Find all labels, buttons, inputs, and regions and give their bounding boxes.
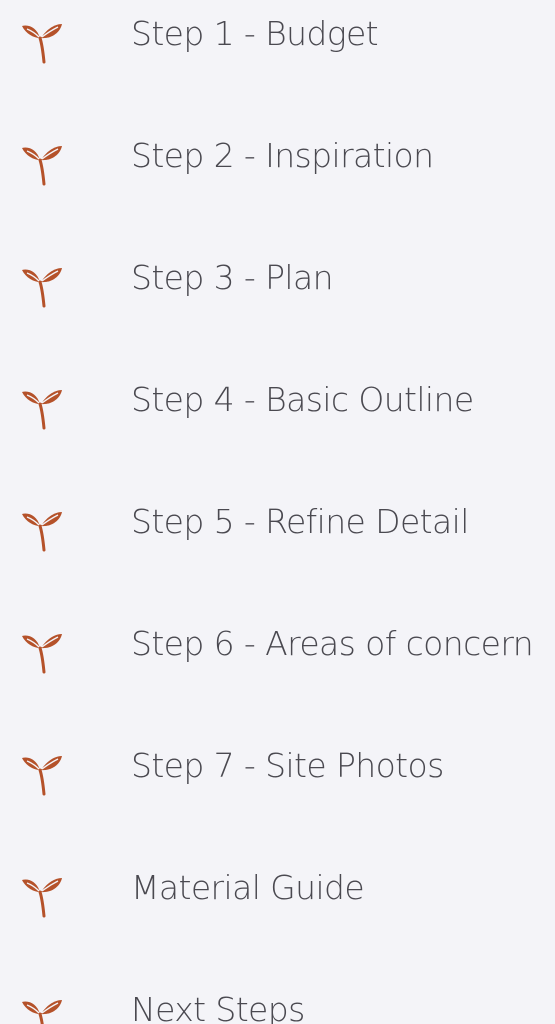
nav-item-label: Step 3 - Plan (131, 258, 334, 297)
step-nav-list: Step 1 - Budget Step 2 - Inspiration Ste… (0, 0, 555, 1024)
nav-item-label: Step 2 - Inspiration (131, 136, 434, 175)
nav-item-material-guide[interactable]: Material Guide (0, 854, 555, 924)
sprout-icon (22, 878, 62, 918)
nav-item-next-steps[interactable]: Next Steps (0, 976, 555, 1024)
sprout-icon (22, 1000, 62, 1024)
nav-item-label: Next Steps (131, 990, 305, 1024)
sprout-icon (22, 146, 62, 186)
nav-item-step-1-budget[interactable]: Step 1 - Budget (0, 0, 555, 70)
nav-item-step-6-areas-of-concern[interactable]: Step 6 - Areas of concern (0, 610, 555, 680)
nav-item-step-5-refine-detail[interactable]: Step 5 - Refine Detail (0, 488, 555, 558)
nav-item-step-2-inspiration[interactable]: Step 2 - Inspiration (0, 122, 555, 192)
nav-item-label: Step 6 - Areas of concern (131, 624, 534, 663)
nav-item-label: Step 1 - Budget (131, 14, 379, 53)
nav-item-step-4-basic-outline[interactable]: Step 4 - Basic Outline (0, 366, 555, 436)
sprout-icon (22, 268, 62, 308)
nav-item-label: Step 5 - Refine Detail (131, 502, 469, 541)
nav-item-step-7-site-photos[interactable]: Step 7 - Site Photos (0, 732, 555, 802)
sprout-icon (22, 634, 62, 674)
nav-item-label: Step 7 - Site Photos (131, 746, 444, 785)
sprout-icon (22, 390, 62, 430)
sprout-icon (22, 756, 62, 796)
sprout-icon (22, 512, 62, 552)
nav-item-step-3-plan[interactable]: Step 3 - Plan (0, 244, 555, 314)
nav-item-label: Material Guide (131, 868, 365, 907)
nav-item-label: Step 4 - Basic Outline (131, 380, 474, 419)
sprout-icon (22, 24, 62, 64)
